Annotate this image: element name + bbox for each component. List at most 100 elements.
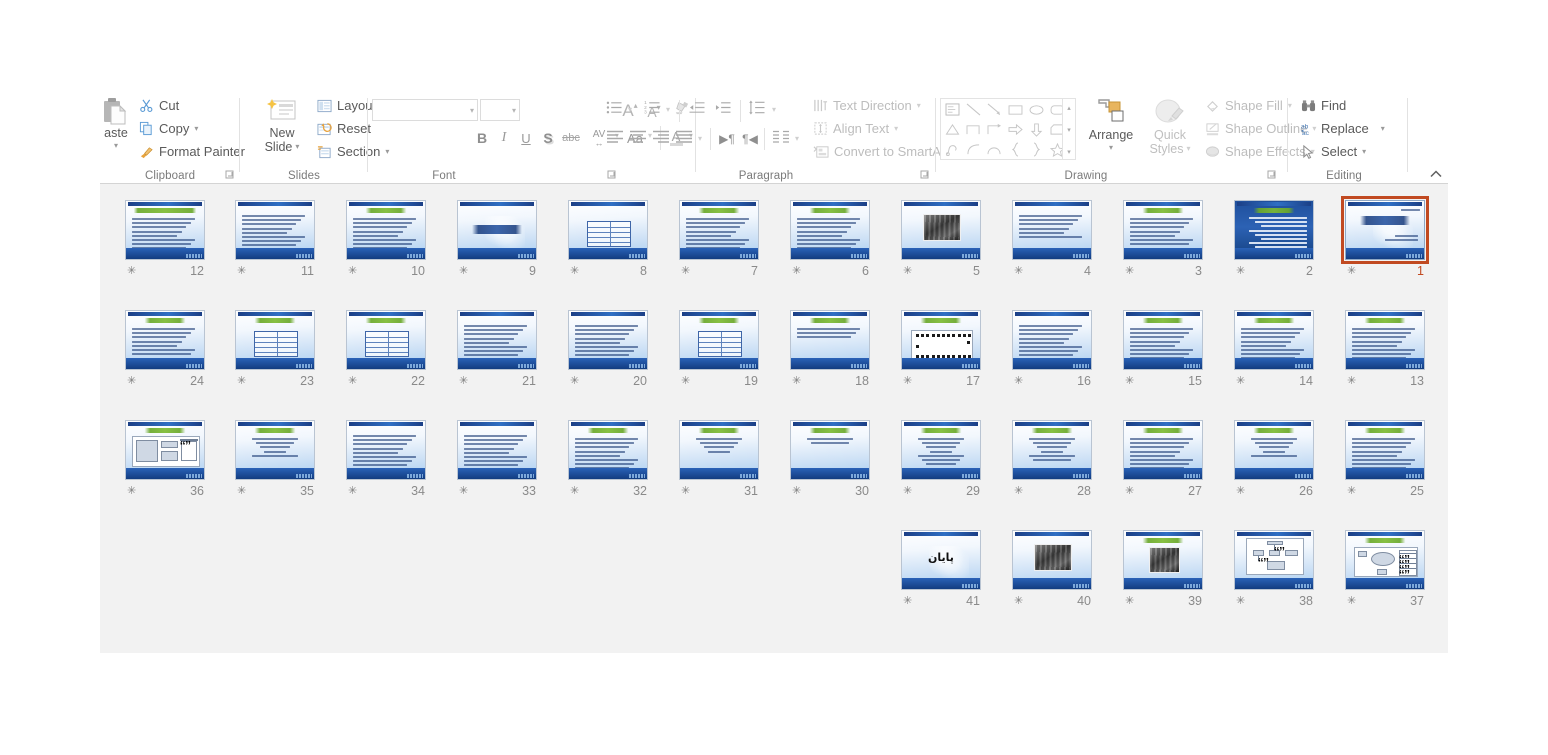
slide-animation-star-icon[interactable]: ✳: [1014, 375, 1023, 388]
slide-thumbnail-image[interactable]: [1012, 530, 1092, 590]
slide-thumbnail-37[interactable]: ✳ 37: [1345, 530, 1425, 612]
collapse-ribbon-button[interactable]: [1428, 166, 1444, 182]
shapes-scroll-up-button[interactable]: ▴: [1063, 100, 1075, 115]
slide-thumbnail-27[interactable]: ✳ 27: [1123, 420, 1203, 502]
slide-animation-star-icon[interactable]: ✳: [237, 265, 246, 278]
slide-thumbnail-34[interactable]: ✳ 34: [346, 420, 426, 502]
slide-thumbnail-14[interactable]: ✳ 14: [1234, 310, 1314, 392]
rtl-text-direction-button[interactable]: ¶◀: [739, 130, 761, 148]
slide-animation-star-icon[interactable]: ✳: [1347, 375, 1356, 388]
slide-thumbnail-image[interactable]: [457, 420, 537, 480]
slide-thumbnail-image[interactable]: [125, 420, 205, 480]
slide-thumbnail-image[interactable]: [679, 310, 759, 370]
align-caret[interactable]: ▾: [695, 133, 705, 144]
slide-animation-star-icon[interactable]: ✳: [237, 375, 246, 388]
slide-thumbnail-25[interactable]: ✳ 25: [1345, 420, 1425, 502]
shape-oval[interactable]: [1026, 100, 1046, 119]
slide-thumbnail-image[interactable]: [1123, 530, 1203, 590]
slide-animation-star-icon[interactable]: ✳: [127, 485, 136, 498]
shape-text-box[interactable]: [942, 100, 962, 119]
ltr-text-direction-button[interactable]: ▶¶: [716, 130, 738, 148]
slide-animation-star-icon[interactable]: ✳: [459, 265, 468, 278]
shapes-gallery-scrollbar[interactable]: ▴ ▾ ▾: [1062, 99, 1075, 159]
slide-animation-star-icon[interactable]: ✳: [348, 265, 357, 278]
slide-thumbnail-19[interactable]: ✳ 19: [679, 310, 759, 392]
bold-button[interactable]: B: [473, 128, 491, 148]
numbering-button[interactable]: 123: [642, 100, 662, 120]
slide-animation-star-icon[interactable]: ✳: [1236, 595, 1245, 608]
text-direction-button[interactable]: Text Direction ▾: [810, 97, 924, 114]
slide-thumbnail-12[interactable]: ✳ 12: [125, 200, 205, 282]
justify-button[interactable]: [673, 130, 695, 148]
slide-animation-star-icon[interactable]: ✳: [127, 375, 136, 388]
quick-styles-button[interactable]: Quick Styles ▾: [1144, 96, 1196, 156]
slide-thumbnail-11[interactable]: ✳ 11: [235, 200, 315, 282]
slide-animation-star-icon[interactable]: ✳: [1014, 265, 1023, 278]
slide-thumbnail-5[interactable]: ✳ 5: [901, 200, 981, 282]
slide-thumbnail-3[interactable]: ✳ 3: [1123, 200, 1203, 282]
shape-freeform[interactable]: [942, 140, 962, 159]
shapes-scroll-down-button[interactable]: ▾: [1063, 122, 1075, 137]
slide-thumbnail-18[interactable]: ✳ 18: [790, 310, 870, 392]
slide-thumbnail-image[interactable]: [346, 310, 426, 370]
slide-animation-star-icon[interactable]: ✳: [1347, 485, 1356, 498]
chevron-down-icon[interactable]: ▾: [795, 134, 799, 143]
slide-animation-star-icon[interactable]: ✳: [570, 265, 579, 278]
select-caret-icon[interactable]: ▾: [1362, 147, 1366, 156]
align-center-button[interactable]: [627, 130, 649, 148]
slide-thumbnail-image[interactable]: [1123, 310, 1203, 370]
slide-animation-star-icon[interactable]: ✳: [903, 485, 912, 498]
line-spacing-button[interactable]: [746, 100, 768, 120]
arrange-caret-icon[interactable]: ▾: [1109, 141, 1113, 155]
text-shadow-button[interactable]: S: [539, 128, 557, 148]
font-size-caret-icon[interactable]: ▾: [512, 106, 516, 115]
slide-thumbnail-21[interactable]: ✳ 21: [457, 310, 537, 392]
align-left-button[interactable]: [604, 130, 626, 148]
font-name-caret-icon[interactable]: ▾: [470, 106, 474, 115]
slide-thumbnail-image[interactable]: [1012, 200, 1092, 260]
underline-button[interactable]: U: [517, 128, 535, 148]
slide-animation-star-icon[interactable]: ✳: [1125, 485, 1134, 498]
shape-rectangle[interactable]: [1005, 100, 1025, 119]
slide-thumbnail-26[interactable]: ✳ 26: [1234, 420, 1314, 502]
slide-thumbnail-6[interactable]: ✳ 6: [790, 200, 870, 282]
paste-button[interactable]: aste ▾: [92, 96, 140, 153]
format-painter-button[interactable]: Format Painter: [136, 143, 248, 160]
slide-thumbnail-image[interactable]: [901, 200, 981, 260]
copy-caret-icon[interactable]: ▾: [194, 124, 198, 133]
shapes-scroll-more-button[interactable]: ▾: [1063, 144, 1075, 159]
find-button[interactable]: Find: [1298, 97, 1349, 114]
slide-animation-star-icon[interactable]: ✳: [792, 485, 801, 498]
new-slide-caret-icon[interactable]: ▾: [295, 140, 299, 154]
shape-arc[interactable]: [984, 140, 1004, 159]
slide-thumbnail-image[interactable]: [1012, 420, 1092, 480]
slide-thumbnail-32[interactable]: ✳ 32: [568, 420, 648, 502]
align-text-button[interactable]: Align Text ▾: [810, 120, 901, 137]
slide-thumbnail-image[interactable]: [679, 420, 759, 480]
chevron-down-icon[interactable]: ▾: [772, 105, 776, 114]
align-right-button[interactable]: [650, 130, 672, 148]
line-spacing-caret[interactable]: ▾: [769, 104, 779, 115]
slide-thumbnail-image[interactable]: [1012, 310, 1092, 370]
decrease-indent-button[interactable]: [686, 100, 708, 120]
slide-thumbnail-1[interactable]: ✳ 1: [1341, 196, 1429, 282]
arrange-button[interactable]: Arrange ▾: [1082, 96, 1140, 155]
increase-indent-button[interactable]: [712, 100, 734, 120]
slide-thumbnail-16[interactable]: ✳ 16: [1012, 310, 1092, 392]
slide-thumbnail-image[interactable]: [1123, 420, 1203, 480]
slide-thumbnail-image[interactable]: [790, 310, 870, 370]
slide-animation-star-icon[interactable]: ✳: [570, 375, 579, 388]
text-direction-caret-icon[interactable]: ▾: [917, 101, 921, 110]
strikethrough-button[interactable]: abc: [560, 129, 582, 147]
slide-thumbnail-image[interactable]: [125, 310, 205, 370]
slide-thumbnail-image[interactable]: [1345, 310, 1425, 370]
slide-animation-star-icon[interactable]: ✳: [1236, 485, 1245, 498]
slide-thumbnail-image[interactable]: [1234, 200, 1314, 260]
slide-thumbnail-image[interactable]: [679, 200, 759, 260]
slide-thumbnail-38[interactable]: ✳ 38: [1234, 530, 1314, 612]
slide-animation-star-icon[interactable]: ✳: [127, 265, 136, 278]
slide-thumbnail-13[interactable]: ✳ 13: [1345, 310, 1425, 392]
slide-thumbnail-image[interactable]: [1123, 200, 1203, 260]
bullets-button[interactable]: [604, 100, 624, 120]
slide-thumbnail-image[interactable]: [568, 310, 648, 370]
